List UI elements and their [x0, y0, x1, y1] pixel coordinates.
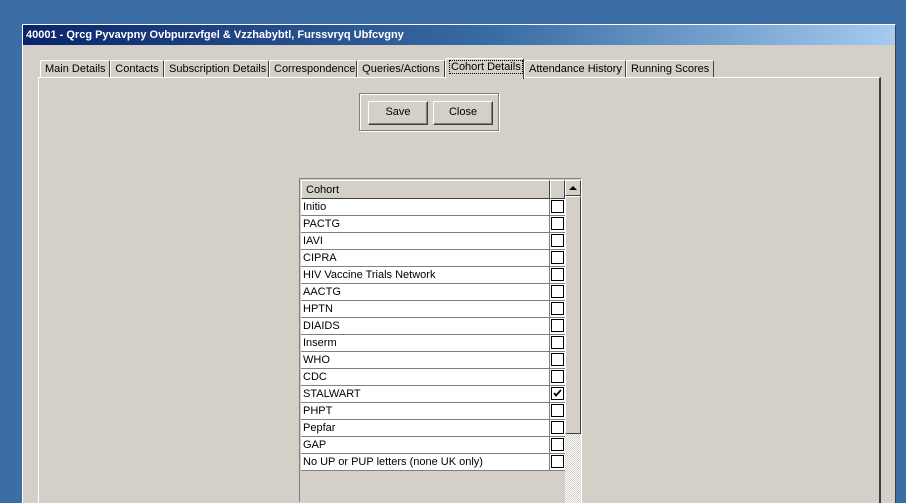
table-row[interactable]: Pepfar: [301, 420, 565, 437]
close-button[interactable]: Close: [433, 101, 493, 125]
table-row[interactable]: PACTG: [301, 216, 565, 233]
cohort-name-cell[interactable]: Pepfar: [301, 420, 550, 437]
scroll-up-arrow-icon[interactable]: [565, 180, 581, 196]
cohort-checkbox[interactable]: [551, 336, 564, 349]
cohort-grid: Cohort Initio PACTG IAVI CIPRA HIV Vaccine T…: [299, 178, 582, 503]
cohort-check-cell: [550, 420, 565, 437]
cohort-name-cell[interactable]: CIPRA: [301, 250, 550, 267]
cohort-checkbox[interactable]: [551, 302, 564, 315]
table-row[interactable]: CDC: [301, 369, 565, 386]
cohort-check-cell: [550, 318, 565, 335]
cohort-checkbox[interactable]: [551, 438, 564, 451]
cohort-check-cell: [550, 403, 565, 420]
tab-running-scores[interactable]: Running Scores: [626, 60, 714, 78]
table-row[interactable]: PHPT: [301, 403, 565, 420]
cohort-name-cell[interactable]: GAP: [301, 437, 550, 454]
tab-label: Attendance History: [529, 63, 622, 75]
cohort-checkbox[interactable]: [551, 421, 564, 434]
title-bar[interactable]: 40001 - Qrcg Pyvavpny Ovbpurzvfgel & Vzz…: [23, 25, 895, 45]
cohort-checkbox[interactable]: [551, 370, 564, 383]
application-window: 40001 - Qrcg Pyvavpny Ovbpurzvfgel & Vzz…: [22, 24, 896, 503]
cohort-check-cell: [550, 216, 565, 233]
cohort-check-cell: [550, 352, 565, 369]
table-row[interactable]: WHO: [301, 352, 565, 369]
save-button-label: Save: [385, 106, 411, 118]
cohort-name-cell[interactable]: Initio: [301, 199, 550, 216]
tab-cohort-details[interactable]: Cohort Details: [445, 58, 524, 79]
table-row[interactable]: STALWART: [301, 386, 565, 403]
cohort-checkbox[interactable]: [551, 268, 564, 281]
cohort-name-cell[interactable]: CDC: [301, 369, 550, 386]
column-header-check[interactable]: [550, 180, 565, 199]
cohort-name-cell[interactable]: AACTG: [301, 284, 550, 301]
cohort-checkbox[interactable]: [551, 455, 564, 468]
cohort-checkbox[interactable]: [551, 319, 564, 332]
cohort-name-cell[interactable]: Inserm: [301, 335, 550, 352]
cohort-name-cell[interactable]: WHO: [301, 352, 550, 369]
cohort-name-cell[interactable]: PACTG: [301, 216, 550, 233]
tab-queries-actions[interactable]: Queries/Actions: [357, 60, 445, 78]
cohort-name-cell[interactable]: No UP or PUP letters (none UK only): [301, 454, 550, 471]
column-header-cohort[interactable]: Cohort: [301, 180, 550, 199]
grid-header: Cohort: [301, 180, 565, 199]
cohort-checkbox[interactable]: [551, 353, 564, 366]
tab-label: Subscription Details: [169, 63, 267, 75]
cohort-check-cell: [550, 454, 565, 471]
cohort-name-cell[interactable]: STALWART: [301, 386, 550, 403]
tab-contacts[interactable]: Contacts: [110, 60, 164, 78]
grid-rows: Initio PACTG IAVI CIPRA HIV Vaccine Trials N…: [301, 199, 565, 471]
tab-subscription-details[interactable]: Subscription Details: [164, 60, 269, 78]
cohort-check-cell: [550, 369, 565, 386]
cohort-name-cell[interactable]: HIV Vaccine Trials Network: [301, 267, 550, 284]
tab-label: Correspondence: [274, 63, 356, 75]
cohort-check-cell: [550, 335, 565, 352]
cohort-name-cell[interactable]: DIAIDS: [301, 318, 550, 335]
cohort-grid-body: Cohort Initio PACTG IAVI CIPRA HIV Vaccine T…: [301, 180, 565, 503]
scroll-thumb[interactable]: [565, 196, 581, 434]
cohort-check-cell: [550, 437, 565, 454]
cohort-name-cell[interactable]: PHPT: [301, 403, 550, 420]
cohort-check-cell: [550, 301, 565, 318]
cohort-name-cell[interactable]: HPTN: [301, 301, 550, 318]
table-row[interactable]: IAVI: [301, 233, 565, 250]
button-group: Save Close: [359, 93, 499, 131]
tab-label: Contacts: [115, 63, 159, 75]
table-row[interactable]: Initio: [301, 199, 565, 216]
cohort-checkbox[interactable]: [551, 200, 564, 213]
vertical-scrollbar[interactable]: [565, 180, 581, 503]
cohort-check-cell: [550, 250, 565, 267]
tab-label: Main Details: [45, 63, 106, 75]
tab-attendance-history[interactable]: Attendance History: [524, 60, 626, 78]
cohort-name-cell[interactable]: IAVI: [301, 233, 550, 250]
tab-main-details[interactable]: Main Details: [40, 60, 110, 78]
table-row[interactable]: HPTN: [301, 301, 565, 318]
table-row[interactable]: AACTG: [301, 284, 565, 301]
cohort-checkbox[interactable]: [551, 404, 564, 417]
table-row[interactable]: Inserm: [301, 335, 565, 352]
cohort-checkbox[interactable]: [551, 217, 564, 230]
cohort-check-cell: [550, 267, 565, 284]
checkmark-icon: [553, 389, 562, 397]
cohort-check-cell: [550, 199, 565, 216]
cohort-check-cell: [550, 386, 565, 403]
cohort-check-cell: [550, 284, 565, 301]
table-row[interactable]: DIAIDS: [301, 318, 565, 335]
table-row[interactable]: HIV Vaccine Trials Network: [301, 267, 565, 284]
table-row[interactable]: No UP or PUP letters (none UK only): [301, 454, 565, 471]
tab-label: Queries/Actions: [362, 63, 440, 75]
table-row[interactable]: CIPRA: [301, 250, 565, 267]
close-button-label: Close: [448, 106, 478, 118]
cohort-checkbox[interactable]: [551, 285, 564, 298]
tab-label: Running Scores: [631, 63, 710, 75]
table-row[interactable]: GAP: [301, 437, 565, 454]
window-title: 40001 - Qrcg Pyvavpny Ovbpurzvfgel & Vzz…: [26, 29, 404, 41]
cohort-checkbox[interactable]: [551, 234, 564, 247]
save-button[interactable]: Save: [368, 101, 428, 125]
cohort-checkbox[interactable]: [551, 251, 564, 264]
tab-correspondence[interactable]: Correspondence: [269, 60, 357, 78]
cohort-checkbox[interactable]: [551, 387, 564, 400]
cohort-check-cell: [550, 233, 565, 250]
tab-label: Cohort Details: [449, 60, 523, 74]
